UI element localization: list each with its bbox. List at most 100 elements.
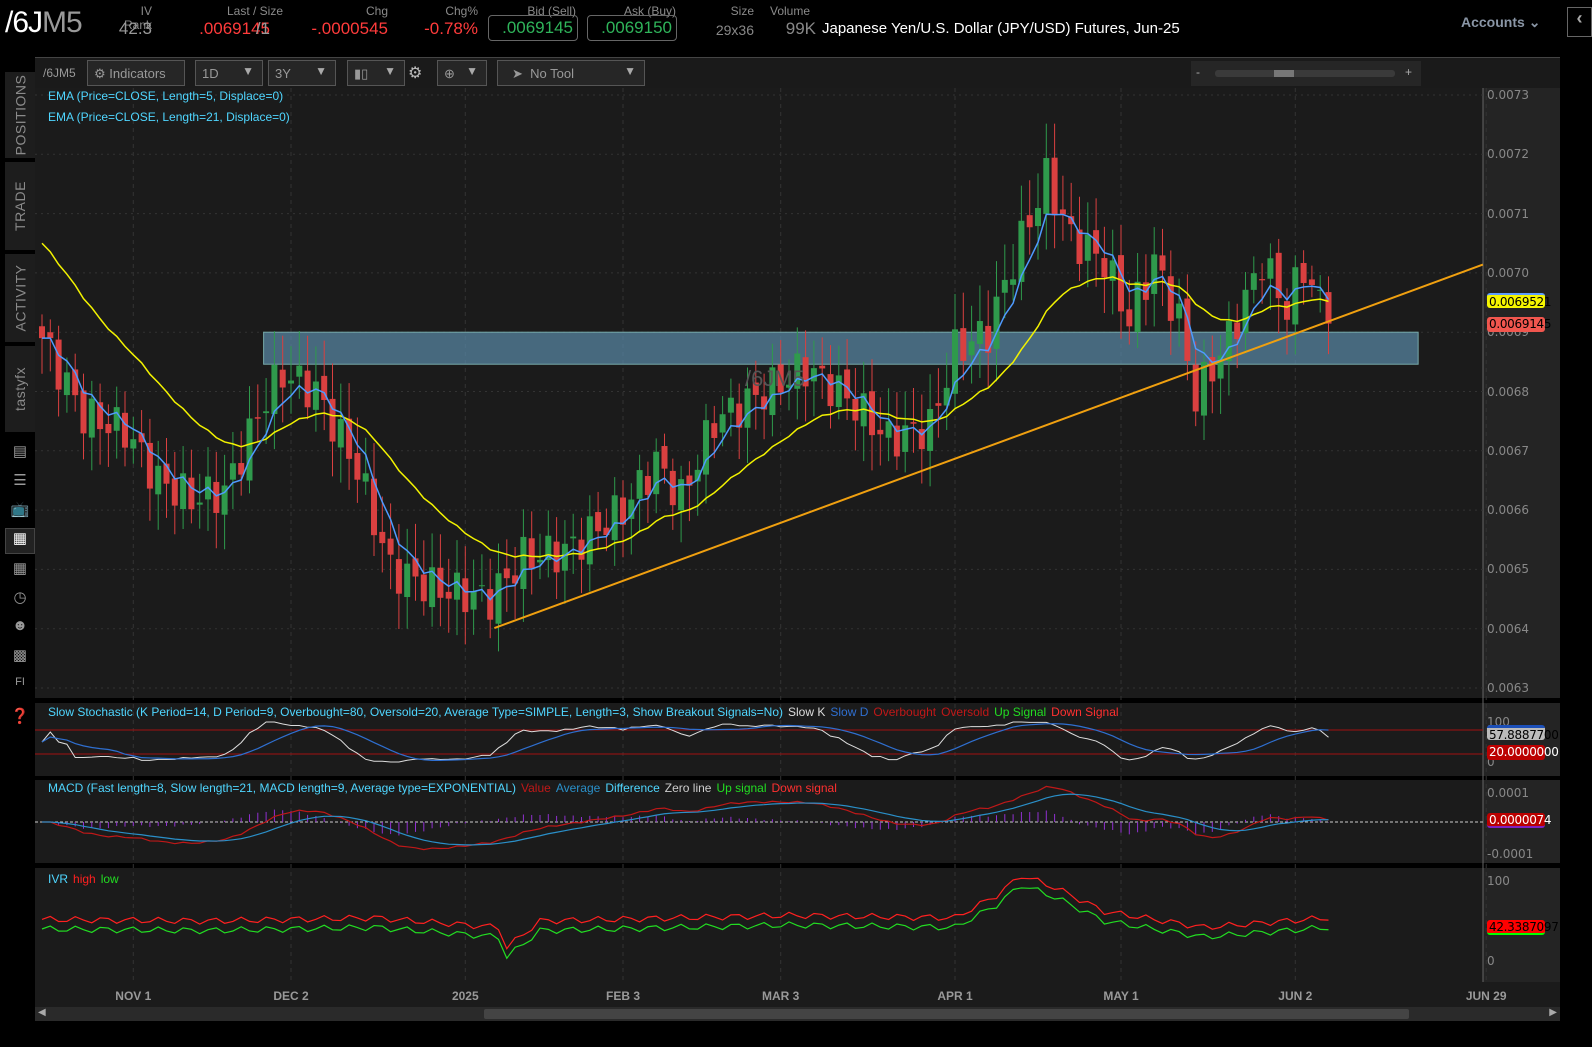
candle-body — [1084, 234, 1091, 261]
macd-tick: -0.0001 — [1487, 847, 1534, 861]
macd-legend[interactable]: MACD (Fast length=8, Slow length=21, MAC… — [48, 781, 842, 795]
time-label: FEB 3 — [605, 989, 641, 1003]
legend-down-signal: Down signal — [771, 781, 837, 795]
candle-body — [487, 589, 494, 620]
horizontal-scrollbar[interactable]: ◀ ▶ — [35, 1007, 1560, 1021]
macd-tick: 0.0001 — [1487, 786, 1529, 800]
candle-body — [537, 559, 543, 563]
candle-body — [877, 429, 884, 435]
candle-body — [395, 559, 402, 594]
ivr-title: IVR — [48, 872, 69, 886]
candle-body — [254, 417, 261, 419]
chart-watermark: /6JM5 — [745, 366, 805, 391]
candle-body — [611, 495, 618, 541]
legend-difference: Difference — [605, 781, 660, 795]
candle-body — [47, 332, 54, 339]
candle-body — [869, 391, 875, 436]
stoch-oversold-tag: 20.0000000 — [1487, 745, 1559, 760]
candle-body — [478, 585, 485, 587]
price-tick: 0.0072 — [1487, 147, 1529, 162]
price-tick: 0.0067 — [1487, 443, 1529, 458]
candle-body — [171, 478, 178, 506]
legend-down-signal: Down Signal — [1051, 705, 1119, 719]
price-chart[interactable] — [0, 0, 1592, 1047]
legend-slow-d: Slow D — [830, 705, 869, 719]
candle-body — [644, 475, 651, 495]
candle-body — [229, 463, 236, 480]
macd-value-tag: 0.0000074 — [1487, 813, 1552, 828]
scroll-left-icon[interactable]: ◀ — [38, 1007, 46, 1018]
stochastic-legend[interactable]: Slow Stochastic (K Period=14, D Period=9… — [48, 705, 1124, 719]
price-tick: 0.0063 — [1487, 681, 1529, 695]
candle-body — [636, 470, 643, 499]
time-label: JUN 29 — [1465, 989, 1507, 1003]
candle-body — [1292, 267, 1299, 325]
candle-body — [1093, 230, 1100, 254]
candle-body — [1234, 322, 1241, 340]
ivr-legend[interactable]: IVR high low — [48, 872, 124, 886]
candle-body — [1118, 255, 1124, 312]
candle-body — [1076, 229, 1083, 264]
candle-body — [246, 418, 253, 481]
candle-body — [437, 567, 444, 598]
stoch-title: Slow Stochastic (K Period=14, D Period=9… — [48, 705, 783, 719]
candle-body — [827, 374, 834, 407]
candle-body — [528, 538, 535, 569]
candle-body — [1250, 273, 1257, 290]
candle-body — [661, 446, 668, 469]
candle-body — [1259, 279, 1266, 281]
plot-panel — [35, 88, 1483, 698]
ema5-legend[interactable]: EMA (Price=CLOSE, Length=5, Displace=0) — [48, 89, 283, 103]
legend-up-signal: Up signal — [716, 781, 767, 795]
candle-body — [727, 397, 734, 413]
candle-body — [470, 591, 477, 610]
candle-body — [835, 375, 842, 408]
candle-body — [1184, 298, 1191, 361]
candle-body — [968, 341, 975, 356]
scrollbar-thumb[interactable] — [484, 1009, 1409, 1019]
candle-body — [1308, 279, 1315, 285]
scroll-right-icon[interactable]: ▶ — [1549, 1007, 1557, 1018]
candle-body — [503, 568, 510, 579]
candle-body — [155, 465, 162, 495]
candle-body — [1101, 258, 1108, 278]
candle-body — [387, 538, 394, 555]
time-label: MAY 1 — [1103, 989, 1139, 1003]
price-tick: 0.0071 — [1487, 206, 1529, 221]
price-tick: 0.0065 — [1487, 562, 1529, 577]
candle-body — [1010, 279, 1017, 285]
candle-body — [1035, 207, 1041, 227]
candle-body — [719, 414, 726, 433]
legend-low: low — [100, 872, 119, 886]
plot-panel — [35, 868, 1483, 984]
candle-body — [146, 442, 153, 489]
legend-high: high — [73, 872, 96, 886]
candle-body — [1159, 255, 1166, 271]
candle-body — [263, 411, 270, 414]
last-price-tag: 0.0069145 — [1487, 317, 1552, 332]
candle-body — [960, 328, 967, 361]
candle-body — [296, 365, 303, 377]
candle-body — [1300, 263, 1307, 284]
ema21-price-tag: 0.0069521 — [1487, 293, 1552, 309]
candle-body — [976, 321, 983, 344]
candle-body — [1051, 157, 1058, 216]
candle-body — [196, 502, 203, 505]
ivr-value-tag: 42.3387097 — [1487, 920, 1559, 935]
candle-body — [1059, 209, 1066, 215]
time-label: DEC 2 — [273, 989, 309, 1003]
candle-body — [337, 419, 344, 448]
candle-body — [1026, 215, 1033, 228]
candle-body — [379, 531, 386, 544]
candle-body — [462, 578, 469, 613]
candle-body — [454, 572, 460, 600]
candle-body — [1284, 301, 1290, 320]
candle-body — [39, 326, 45, 339]
price-tick: 0.0066 — [1487, 503, 1529, 518]
candle-body — [80, 390, 87, 434]
ema21-legend[interactable]: EMA (Price=CLOSE, Length=21, Displace=0) — [48, 110, 290, 124]
candle-body — [910, 422, 917, 424]
candle-body — [1201, 361, 1207, 416]
stoch-k-tag: 57.8887700 — [1487, 725, 1559, 742]
candle-body — [810, 368, 817, 382]
